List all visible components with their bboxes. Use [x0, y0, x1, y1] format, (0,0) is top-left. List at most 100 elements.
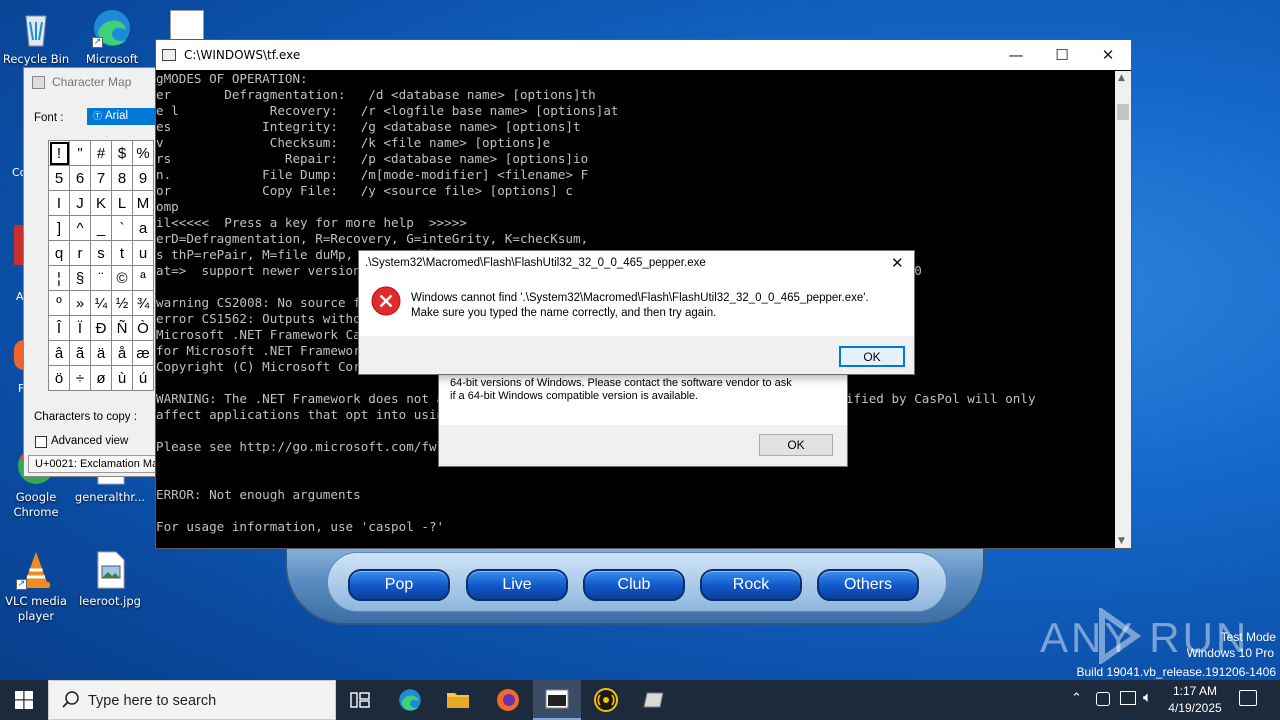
desktop-icon-leeroot[interactable]: leeroot.jpg [74, 550, 146, 609]
taskbar-search-box[interactable]: Type here to search [48, 680, 336, 720]
character-cell[interactable]: % [132, 140, 154, 166]
scrollbar-thumb[interactable] [1117, 104, 1129, 120]
character-cell[interactable]: M [132, 190, 154, 216]
character-cell[interactable]: _ [90, 215, 112, 241]
show-hidden-icons[interactable]: ⌃ [1071, 691, 1082, 706]
character-grid[interactable]: ! " # $% 5 6 7 8 9 I J K L M] ^ _ ` a q r s t u ¦ § ¨ © ª º» ¼ ½ ¾ Î Ï Ð Ñ Ò… [48, 140, 154, 391]
character-cell[interactable]: ÷ [69, 365, 91, 391]
genre-button-others[interactable]: Others [817, 569, 919, 601]
character-cell[interactable]: ª [132, 265, 154, 291]
character-cell[interactable]: å [111, 340, 133, 366]
console-title: C:\WINDOWS\tf.exe [184, 48, 301, 62]
close-icon[interactable]: ✕ [891, 254, 904, 272]
character-cell[interactable]: ¾ [132, 290, 154, 316]
start-button[interactable] [0, 680, 48, 720]
character-cell[interactable]: ú [132, 365, 154, 391]
character-cell[interactable]: 9 [132, 165, 154, 191]
character-cell[interactable]: â [48, 340, 70, 366]
ok-button[interactable]: OK [759, 434, 833, 456]
character-cell[interactable]: ¦ [48, 265, 70, 291]
scroll-down-icon[interactable]: ▼ [1118, 536, 1125, 546]
character-map-window[interactable]: Character Map Font : Ⓣ Arial ! " # $% 5 6 7 8 9 I J… [23, 67, 155, 477]
character-cell[interactable]: 6 [69, 165, 91, 191]
character-cell[interactable]: ¼ [90, 290, 112, 316]
console-scrollbar[interactable]: ▲ ▼ [1115, 71, 1131, 548]
character-cell[interactable]: a [132, 215, 154, 241]
os-edition-label: Windows 10 Pro [1186, 646, 1274, 660]
character-cell[interactable]: ¨ [90, 265, 112, 291]
scroll-up-icon[interactable]: ▲ [1118, 73, 1125, 83]
character-cell[interactable]: ^ [69, 215, 91, 241]
character-cell[interactable]: Ñ [111, 315, 133, 341]
character-cell[interactable]: Ò [132, 315, 154, 341]
character-cell[interactable]: K [90, 190, 112, 216]
desktop-icon-recycle-bin[interactable]: Recycle Bin [0, 8, 72, 67]
minimize-icon[interactable]: — [993, 40, 1039, 70]
taskbar-console-active[interactable] [533, 680, 581, 720]
font-select[interactable]: Ⓣ Arial [87, 108, 155, 125]
incompatible-app-dialog[interactable]: 64-bit versions of Windows. Please conta… [438, 362, 848, 467]
clock-time[interactable]: 1:17 AM [1160, 684, 1230, 698]
character-cell[interactable]: Ï [69, 315, 91, 341]
taskbar-charmap[interactable] [631, 680, 679, 720]
character-cell[interactable]: J [69, 190, 91, 216]
character-cell[interactable]: ã [69, 340, 91, 366]
character-cell[interactable]: ] [48, 215, 70, 241]
genre-button-club[interactable]: Club [583, 569, 685, 601]
character-cell[interactable]: q [48, 240, 70, 266]
character-cell[interactable]: Î [48, 315, 70, 341]
genre-button-live[interactable]: Live [466, 569, 568, 601]
character-cell[interactable]: » [69, 290, 91, 316]
character-cell[interactable]: Ð [90, 315, 112, 341]
console-line: es Integrity: /g <database name> [option… [156, 119, 581, 134]
character-cell[interactable]: s [90, 240, 112, 266]
advanced-view-checkbox[interactable] [35, 436, 47, 448]
taskbar-firefox[interactable] [484, 680, 532, 720]
console-title-bar[interactable]: C:\WINDOWS\tf.exe — ☐ ✕ [156, 40, 1131, 70]
character-cell[interactable]: º [48, 290, 70, 316]
ok-button[interactable]: OK [839, 346, 905, 367]
character-cell[interactable]: 5 [48, 165, 70, 191]
character-cell[interactable]: 8 [111, 165, 133, 191]
windows-logo-icon [15, 691, 33, 709]
network-icon[interactable] [1120, 691, 1136, 705]
desktop-icon-vlc[interactable]: ↗ VLC media player [0, 550, 72, 624]
character-cell[interactable]: ` [111, 215, 133, 241]
close-icon[interactable]: ✕ [1085, 40, 1131, 70]
clock-date[interactable]: 4/19/2025 [1160, 701, 1230, 715]
taskbar-file-explorer[interactable] [434, 680, 482, 720]
desktop-icon-label: Recycle Bin [2, 52, 70, 66]
character-cell[interactable]: 7 [90, 165, 112, 191]
character-cell[interactable]: ! [48, 140, 70, 166]
character-cell[interactable]: " [69, 140, 91, 166]
character-cell[interactable]: u [132, 240, 154, 266]
character-cell[interactable]: L [111, 190, 133, 216]
taskbar-radio-app[interactable] [582, 680, 630, 720]
desktop-icon-image-file[interactable] [170, 10, 204, 40]
task-view-button[interactable] [336, 680, 384, 720]
character-cell[interactable]: # [90, 140, 112, 166]
taskbar-edge[interactable] [386, 680, 434, 720]
charmap-title-bar[interactable]: Character Map [24, 68, 155, 96]
character-cell[interactable]: ö [48, 365, 70, 391]
character-cell[interactable]: § [69, 265, 91, 291]
search-icon [61, 690, 81, 710]
maximize-icon[interactable]: ☐ [1039, 40, 1085, 70]
file-not-found-dialog[interactable]: .\System32\Macromed\Flash\FlashUtil32_32… [358, 250, 915, 375]
character-cell[interactable]: ù [111, 365, 133, 391]
genre-button-rock[interactable]: Rock [700, 569, 802, 601]
volume-icon[interactable]: 🔈︎ [1143, 688, 1152, 706]
font-select-value: Arial [105, 110, 129, 122]
character-cell[interactable]: ø [90, 365, 112, 391]
character-cell[interactable]: ½ [111, 290, 133, 316]
character-cell[interactable]: t [111, 240, 133, 266]
tray-app-icon[interactable] [1096, 692, 1110, 706]
character-cell[interactable]: ä [90, 340, 112, 366]
character-cell[interactable]: æ [132, 340, 154, 366]
character-cell[interactable]: I [48, 190, 70, 216]
character-cell[interactable]: © [111, 265, 133, 291]
notification-center-icon[interactable] [1239, 690, 1257, 706]
character-cell[interactable]: r [69, 240, 91, 266]
character-cell[interactable]: $ [111, 140, 133, 166]
genre-button-pop[interactable]: Pop [348, 569, 450, 601]
